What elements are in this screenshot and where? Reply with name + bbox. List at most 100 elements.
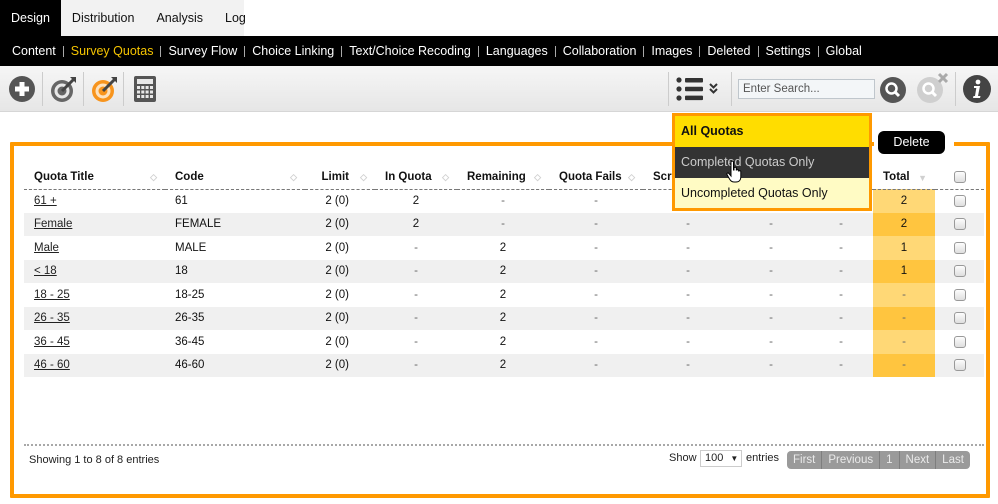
pager-first[interactable]: First (787, 451, 823, 469)
subnav-collaboration[interactable]: Collaboration (563, 44, 637, 58)
col-label: Quota Title (34, 170, 94, 183)
clear-search-button[interactable] (916, 72, 950, 104)
panel-border-gap (944, 140, 954, 148)
info-button[interactable] (962, 74, 992, 104)
pager-next[interactable]: Next (900, 451, 937, 469)
nav-divider (554, 45, 556, 57)
col-quota-title[interactable]: Quota Title ◇ (24, 165, 165, 190)
toolbar (0, 66, 998, 112)
entries-label: entries (746, 452, 780, 464)
subnav-images[interactable]: Images (651, 44, 692, 58)
subnav-choice-linking[interactable]: Choice Linking (252, 44, 334, 58)
subnav-survey-quotas[interactable]: Survey Quotas (71, 44, 154, 58)
col-limit[interactable]: Limit ◇ (305, 165, 375, 190)
row-checkbox[interactable] (953, 335, 966, 348)
info-icon (963, 75, 991, 103)
tab-analysis[interactable]: Analysis (145, 0, 214, 36)
row-checkbox[interactable] (953, 312, 966, 325)
row-checkbox[interactable] (953, 359, 966, 372)
pager-last[interactable]: Last (936, 451, 970, 469)
subnav-settings[interactable]: Settings (766, 44, 811, 58)
filter-all-quotas[interactable]: All Quotas (675, 116, 869, 147)
cell-limit: 2 (0) (305, 353, 375, 377)
pager-previous[interactable]: Previous (822, 451, 881, 469)
subnav-survey-flow[interactable]: Survey Flow (168, 44, 237, 58)
nav-divider (757, 45, 759, 57)
quota-title-link[interactable]: Male (34, 242, 59, 254)
cell-remaining: 2 (457, 259, 549, 283)
table-row: < 18 18 2 (0) -2- - - -1 (24, 259, 984, 283)
pager-page-1[interactable]: 1 (880, 451, 900, 469)
subnav-global[interactable]: Global (826, 44, 862, 58)
delete-button[interactable]: Delete (878, 131, 945, 154)
sub-nav: Content Survey Quotas Survey Flow Choice… (0, 36, 998, 66)
cell-screened: - (643, 236, 733, 260)
tab-distribution[interactable]: Distribution (61, 0, 146, 36)
quota-title-link[interactable]: 26 - 35 (34, 312, 70, 324)
cell-screened: - (643, 212, 733, 236)
subnav-deleted[interactable]: Deleted (707, 44, 750, 58)
filter-completed-quotas[interactable]: Completed Quotas Only (675, 147, 869, 178)
sort-desc-icon: ▼ (918, 173, 927, 183)
subnav-languages[interactable]: Languages (486, 44, 548, 58)
filter-uncompleted-quotas[interactable]: Uncompleted Quotas Only (675, 178, 869, 208)
cell-code: 36-45 (165, 330, 305, 354)
quota-title-link[interactable]: 61 + (34, 195, 57, 207)
nav-divider (341, 45, 343, 57)
sort-icon: ◇ (290, 172, 297, 182)
search-button[interactable] (879, 76, 907, 104)
page-length-select[interactable]: 100 ▼ (700, 450, 742, 467)
nav-divider (160, 45, 162, 57)
double-chevron-down-icon (709, 83, 718, 94)
row-checkbox[interactable] (953, 288, 966, 301)
cell-screened: - (643, 283, 733, 307)
quota-title-link[interactable]: 46 - 60 (34, 359, 70, 371)
col-remaining[interactable]: Remaining ◇ (457, 165, 549, 190)
row-checkbox[interactable] (953, 265, 966, 278)
add-quota-button[interactable] (7, 74, 37, 104)
show-label: Show (669, 452, 697, 464)
row-checkbox[interactable] (953, 218, 966, 231)
cell-select (935, 306, 984, 330)
row-checkbox[interactable] (953, 241, 966, 254)
col-label: Limit (321, 170, 349, 183)
row-checkbox[interactable] (953, 194, 966, 207)
tab-design[interactable]: Design (0, 0, 61, 36)
top-tab-strip: Design Distribution Analysis Log (0, 0, 246, 36)
cell-quota-fails: - (549, 259, 643, 283)
search-input[interactable] (738, 79, 875, 99)
subnav-content[interactable]: Content (12, 44, 56, 58)
cell-quota-fails: - (549, 189, 643, 213)
col-quota-fails[interactable]: Quota Fails ◇ (549, 165, 643, 190)
cell-quota-fails: - (549, 236, 643, 260)
cell-title: 61 + (24, 189, 165, 213)
quota-target-active-button[interactable] (89, 74, 119, 104)
col-in-quota[interactable]: In Quota ◇ (375, 165, 457, 190)
calculator-button[interactable] (130, 74, 160, 104)
cell-total: 2 (873, 212, 935, 236)
col-total[interactable]: Total ▼ (873, 165, 935, 190)
top-tab-bar: Design Distribution Analysis Log (0, 0, 998, 36)
quota-title-link[interactable]: 18 - 25 (34, 289, 70, 301)
cell-in-quota: - (375, 353, 457, 377)
quota-filter-dropdown: All Quotas Completed Quotas Only Uncompl… (672, 113, 872, 211)
subnav-text-choice-recoding[interactable]: Text/Choice Recoding (349, 44, 471, 58)
cell-remaining: 2 (457, 283, 549, 307)
target-icon (51, 77, 76, 102)
col-label: Total (883, 170, 910, 183)
cell-screened: - (643, 306, 733, 330)
quota-filter-button[interactable] (675, 74, 725, 104)
quota-title-link[interactable]: < 18 (34, 265, 57, 277)
tab-log[interactable]: Log (214, 0, 257, 36)
cell-screened: - (643, 353, 733, 377)
cell-total: - (873, 283, 935, 307)
dropdown-arrow-icon: ▼ (730, 454, 739, 463)
quota-title-link[interactable]: 36 - 45 (34, 336, 70, 348)
quota-target-button[interactable] (48, 74, 78, 104)
col-code[interactable]: Code ◇ (165, 165, 305, 190)
cell-code: 18-25 (165, 283, 305, 307)
cell-code: MALE (165, 236, 305, 260)
quota-title-link[interactable]: Female (34, 218, 72, 230)
cell-hidden-2: - (809, 330, 873, 354)
select-all-checkbox[interactable] (953, 170, 966, 183)
